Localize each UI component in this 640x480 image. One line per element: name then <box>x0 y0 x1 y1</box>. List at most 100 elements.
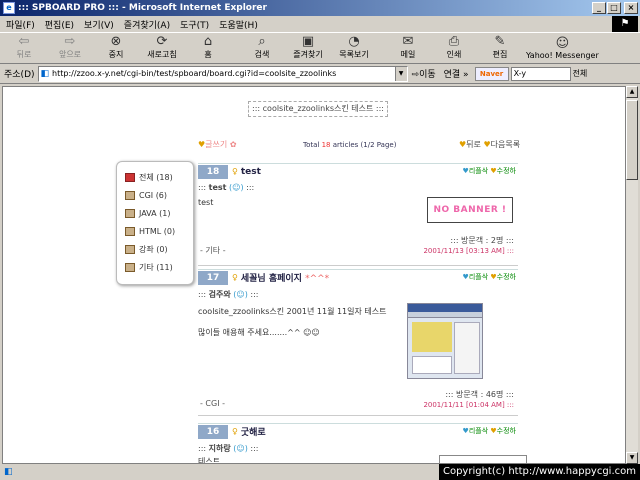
page-icon: ◧ <box>40 68 50 79</box>
back-button[interactable]: ⇦ 뒤로 <box>4 35 44 63</box>
category-box: 전체 (18) CGI (6) JAVA (1) HTML (0) 강좌 (0)… <box>116 161 194 285</box>
folder-icon <box>125 226 135 236</box>
post-author: ::: 지하랑 (☺) ::: <box>198 444 259 453</box>
back-link[interactable]: 뒤로 <box>466 140 481 149</box>
printer-icon: ⎙ <box>448 34 460 49</box>
modify-link[interactable]: 수정하 <box>497 167 516 175</box>
close-button[interactable]: × <box>624 2 638 14</box>
search-button[interactable]: ⌕ 검색 <box>242 35 282 63</box>
toolbar: ⇦ 뒤로 ⇨ 앞으로 ⊗ 중지 ⟳ 새로고침 ⌂ 홈 ⌕ 검색 ▣ 즐겨찾기 ◔… <box>0 32 640 64</box>
print-button[interactable]: ⎙ 인쇄 <box>434 35 474 63</box>
menu-tools[interactable]: 도구(T) <box>180 18 209 31</box>
menu-edit[interactable]: 편집(E) <box>45 18 74 31</box>
post-header: 17 ♀ 세꼴님 홈페이지 *^^* ♥리플삭 ♥수정하 <box>198 269 518 285</box>
modify-link[interactable]: 수정하 <box>497 273 516 281</box>
address-dropdown-icon[interactable]: ▼ <box>394 66 407 81</box>
mail-icon[interactable]: (☺) <box>233 290 248 299</box>
stop-icon: ⊗ <box>110 34 122 49</box>
folder-icon <box>125 172 135 182</box>
maximize-button[interactable]: □ <box>607 2 621 14</box>
write-link[interactable]: ♥글쓰기 ✿ <box>198 139 237 150</box>
address-label: 주소(D) <box>4 70 35 80</box>
divider <box>198 265 518 266</box>
menu-file[interactable]: 파일(F) <box>6 18 35 31</box>
bulb-icon: ♀ <box>232 427 238 436</box>
screenshot-thumbnail[interactable] <box>407 303 483 379</box>
copyright-notice: Copyright(c) http://www.happycgi.com <box>438 464 640 480</box>
reply-link[interactable]: 리플삭 <box>469 273 488 281</box>
favorites-button[interactable]: ▣ 즐겨찾기 <box>288 35 328 63</box>
go-button[interactable]: ⇨이동 <box>412 67 436 80</box>
mail-button[interactable]: ✉ 메일 <box>388 35 428 63</box>
scroll-up-icon[interactable]: ▲ <box>626 86 638 98</box>
history-button[interactable]: ◔ 목록보기 <box>334 35 374 63</box>
ie-icon: e <box>3 2 15 14</box>
history-icon: ◔ <box>348 34 360 49</box>
banner-image[interactable]: NO BANNER ! <box>427 197 513 223</box>
board-search-box[interactable] <box>439 455 527 463</box>
menu-help[interactable]: 도움말(H) <box>219 18 258 31</box>
post-header: 16 ♀ 굿해로 ♥리플삭 ♥수정하 <box>198 423 518 439</box>
heart-icon: ♥ <box>483 140 491 149</box>
post-author: ::: 검주와 (☺) ::: <box>198 290 259 299</box>
search-icon: ⌕ <box>258 34 266 49</box>
category-item[interactable]: CGI (6) <box>125 186 185 204</box>
menu-bar: 파일(F) 편집(E) 보기(V) 즐겨찾기(A) 도구(T) 도움말(H) ⚑ <box>0 16 640 32</box>
forward-button[interactable]: ⇨ 앞으로 <box>50 35 90 63</box>
messenger-button[interactable]: ☺ Yahoo! Messenger <box>526 37 599 63</box>
post-visits: ::: 방문객 : 2명 ::: <box>450 236 514 245</box>
address-input[interactable]: ◧ http://zzoo.x-y.net/cgi-bin/test/spboa… <box>37 65 408 82</box>
refresh-button[interactable]: ⟳ 새로고침 <box>142 35 182 63</box>
page-loaded-icon: ◧ <box>4 467 13 477</box>
edit-button[interactable]: ✎ 편집 <box>480 35 520 63</box>
naver-search-input[interactable]: X-y <box>510 66 571 81</box>
board-title: ::: coolsite_zzoolinks스킨 테스트 ::: <box>248 101 388 117</box>
title-bar: e ::: SPBOARD PRO ::: - Microsoft Intern… <box>0 0 640 16</box>
minimize-button[interactable]: _ <box>592 2 606 14</box>
folder-icon <box>125 262 135 272</box>
mail-icon[interactable]: (☺) <box>233 444 248 453</box>
divider <box>198 415 518 416</box>
post-category: - CGI - <box>200 399 226 408</box>
post-subject[interactable]: 세꼴님 홈페이지 *^^* <box>241 271 329 284</box>
stop-button[interactable]: ⊗ 중지 <box>96 35 136 63</box>
back-arrow-icon: ⇦ <box>18 34 30 49</box>
home-button[interactable]: ⌂ 홈 <box>188 35 228 63</box>
post-subject[interactable]: test <box>241 167 261 177</box>
next-list-link[interactable]: 다음목록 <box>491 140 520 149</box>
messenger-icon: ☺ <box>555 36 570 51</box>
refresh-icon: ⟳ <box>156 34 168 49</box>
scroll-down-icon[interactable]: ▼ <box>626 452 638 464</box>
naver-logo[interactable]: Naver <box>474 66 509 81</box>
address-bar: 주소(D) ◧ http://zzoo.x-y.net/cgi-bin/test… <box>0 64 640 84</box>
category-item[interactable]: 전체 (18) <box>125 168 185 186</box>
favorites-icon: ▣ <box>301 34 315 49</box>
post-number: 17 <box>198 270 228 285</box>
vertical-scrollbar[interactable]: ▲ ▼ <box>626 86 638 464</box>
post-category: - 기타 - <box>200 246 226 255</box>
bulb-icon: ♀ <box>232 167 238 176</box>
naver-all-button[interactable]: 전체 <box>573 68 588 79</box>
scroll-thumb[interactable] <box>626 100 638 180</box>
category-item[interactable]: 강좌 (0) <box>125 240 185 258</box>
links-button[interactable]: 연결 » <box>444 67 469 80</box>
post-ops: ♥리플삭 ♥수정하 <box>463 166 516 176</box>
edit-icon: ✎ <box>494 34 506 49</box>
post-ops: ♥리플삭 ♥수정하 <box>463 272 516 282</box>
sparkle-icon: ✿ <box>229 140 237 149</box>
folder-icon <box>125 208 135 218</box>
reply-link[interactable]: 리플삭 <box>469 167 488 175</box>
mail-icon[interactable]: (☺) <box>229 183 244 192</box>
post-subject[interactable]: 굿해로 <box>241 425 266 438</box>
category-item[interactable]: 기타 (11) <box>125 258 185 276</box>
address-url: http://zzoo.x-y.net/cgi-bin/test/spboard… <box>52 69 337 78</box>
modify-link[interactable]: 수정하 <box>497 427 516 435</box>
category-item[interactable]: HTML (0) <box>125 222 185 240</box>
menu-favorites[interactable]: 즐겨찾기(A) <box>124 18 170 31</box>
post-date: 2001/11/11 [01:04 AM] ::: <box>423 401 514 409</box>
post-visits: ::: 방문객 : 46명 ::: <box>445 390 514 399</box>
category-item[interactable]: JAVA (1) <box>125 204 185 222</box>
post-number: 16 <box>198 424 228 439</box>
reply-link[interactable]: 리플삭 <box>469 427 488 435</box>
menu-view[interactable]: 보기(V) <box>84 18 114 31</box>
